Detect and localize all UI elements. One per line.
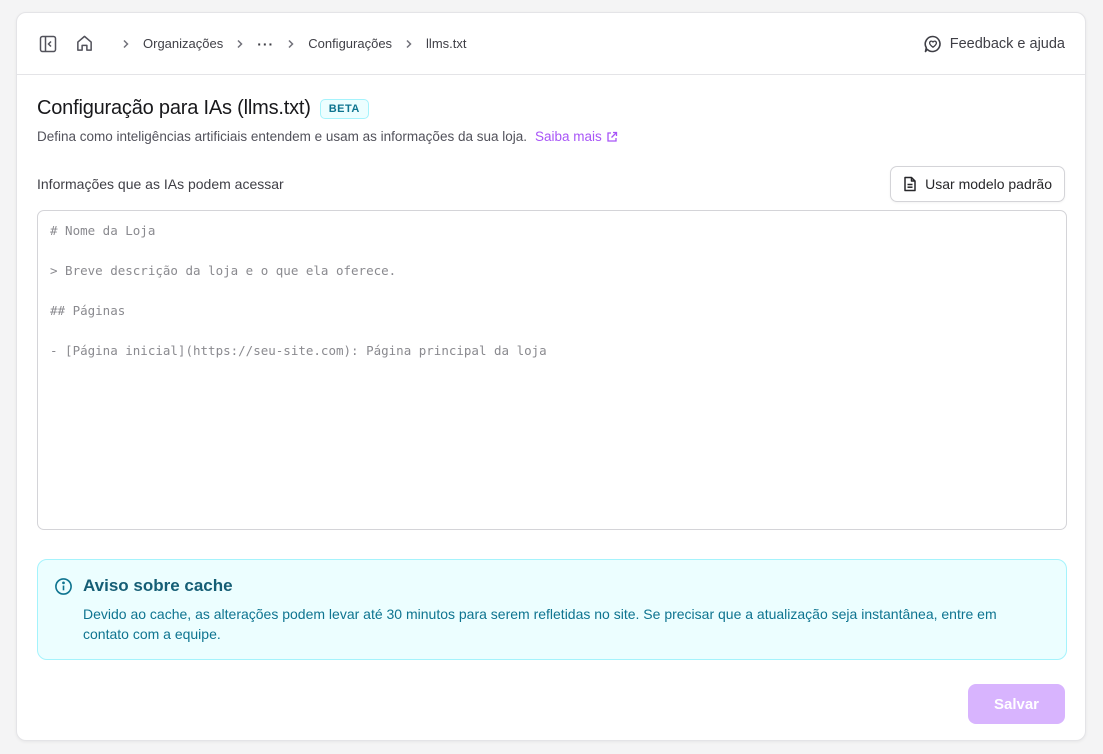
- top-bar: Organizações ··· Configurações llms.txt …: [17, 13, 1085, 75]
- llms-txt-editor[interactable]: [37, 210, 1067, 530]
- subtitle-text: Defina como inteligências artificiais en…: [37, 129, 528, 144]
- template-button-label: Usar modelo padrão: [925, 176, 1052, 192]
- footer-actions: Salvar: [37, 684, 1065, 724]
- use-default-template-button[interactable]: Usar modelo padrão: [890, 166, 1065, 202]
- editor-label: Informações que as IAs podem acessar: [37, 176, 284, 192]
- sidebar-toggle-icon[interactable]: [37, 33, 59, 55]
- breadcrumb-item-configuracoes[interactable]: Configurações: [308, 36, 392, 51]
- learn-more-label: Saiba mais: [535, 129, 602, 144]
- page-subtitle: Defina como inteligências artificiais en…: [37, 129, 1065, 144]
- alert-text: Devido ao cache, as alterações podem lev…: [83, 606, 997, 642]
- chevron-right-icon: [404, 39, 414, 49]
- feedback-label: Feedback e ajuda: [949, 35, 1065, 52]
- feedback-button[interactable]: Feedback e ajuda: [923, 34, 1065, 54]
- feedback-icon: [923, 34, 943, 54]
- alert-title: Aviso sobre cache: [83, 576, 233, 595]
- title-row: Configuração para IAs (llms.txt) BETA: [37, 97, 1065, 120]
- external-link-icon: [606, 131, 618, 143]
- page-title: Configuração para IAs (llms.txt): [37, 97, 311, 119]
- learn-more-link[interactable]: Saiba mais: [535, 129, 618, 144]
- main-content: Configuração para IAs (llms.txt) BETA De…: [17, 75, 1085, 724]
- home-icon[interactable]: [73, 33, 95, 55]
- chevron-right-icon: [235, 39, 245, 49]
- editor-header: Informações que as IAs podem acessar Usa…: [37, 166, 1065, 202]
- breadcrumb: Organizações ··· Configurações llms.txt: [109, 36, 467, 52]
- beta-badge: BETA: [319, 98, 369, 119]
- settings-card: Organizações ··· Configurações llms.txt …: [16, 12, 1086, 741]
- alert-body: Aviso sobre cache Devido ao cache, as al…: [83, 576, 1043, 659]
- info-icon: [54, 577, 73, 659]
- breadcrumb-item-organizacoes[interactable]: Organizações: [143, 36, 223, 51]
- document-icon: [903, 176, 917, 192]
- chevron-right-icon: [286, 39, 296, 49]
- save-button[interactable]: Salvar: [968, 684, 1065, 724]
- breadcrumb-ellipsis[interactable]: ···: [257, 36, 274, 52]
- cache-warning-alert: Aviso sobre cache Devido ao cache, as al…: [37, 559, 1067, 660]
- breadcrumb-item-current: llms.txt: [426, 36, 467, 51]
- chevron-right-icon: [121, 39, 131, 49]
